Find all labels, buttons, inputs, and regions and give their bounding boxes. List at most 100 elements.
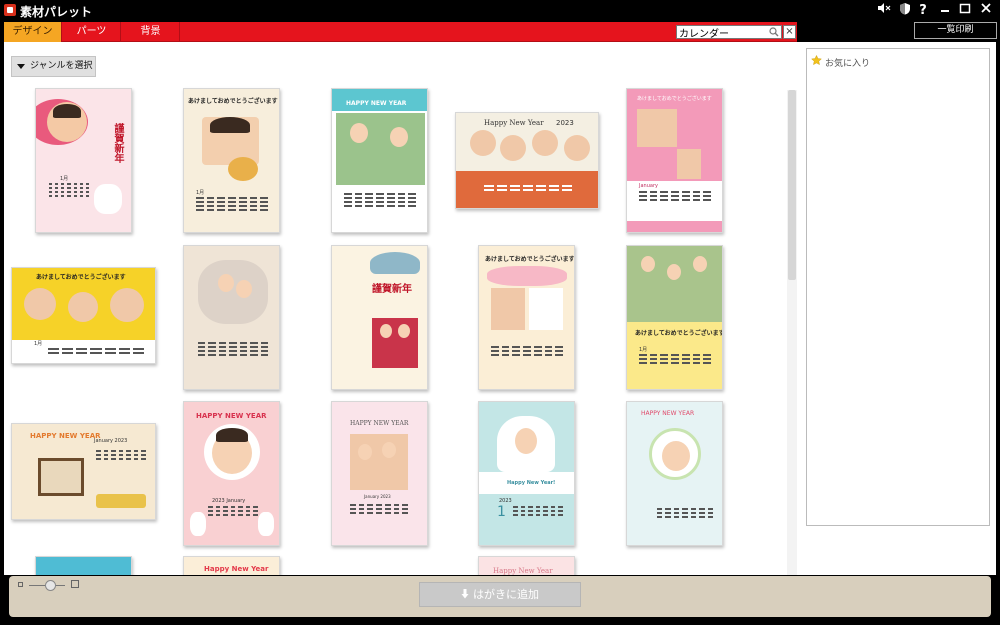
photo-frame xyxy=(204,424,260,480)
photo-frame xyxy=(198,260,268,324)
mute-icon[interactable] xyxy=(874,2,894,20)
rabbit-illustration xyxy=(258,512,274,536)
photo-frame xyxy=(470,130,496,156)
info-shield-icon[interactable] xyxy=(895,2,915,20)
design-card[interactable]: あけましておめでとうございます 1月 xyxy=(11,267,156,364)
minimize-icon[interactable] xyxy=(935,2,955,20)
add-to-postcard-button[interactable]: はがきに追加 xyxy=(419,582,581,607)
design-card[interactable]: Happy New Year xyxy=(183,556,280,575)
photo-frame xyxy=(110,288,144,322)
photo-frame xyxy=(350,434,408,490)
design-card[interactable]: 謹賀新年 xyxy=(331,245,428,390)
design-card[interactable] xyxy=(183,245,280,390)
photo-frame xyxy=(637,109,677,147)
photo-frame xyxy=(500,135,526,161)
calendar-grid xyxy=(513,506,563,516)
card-title: あけましておめでとうございます xyxy=(188,98,278,105)
card-month: 1月 xyxy=(34,341,43,347)
rabbit-illustration xyxy=(190,512,206,536)
photo-frame xyxy=(372,318,418,368)
card-title: あけましておめでとうございます xyxy=(36,274,126,281)
favorites-panel[interactable]: お気に入り xyxy=(806,48,990,526)
photo-frame xyxy=(68,292,98,322)
design-card[interactable]: HAPPY NEW YEAR xyxy=(331,88,428,233)
favorites-label: お気に入り xyxy=(825,59,871,69)
card-month: 1 xyxy=(497,504,506,520)
design-card[interactable]: Happy New Year 2023 xyxy=(455,112,599,209)
card-year: 2023 xyxy=(556,119,574,127)
rabbit-illustration xyxy=(94,184,122,214)
close-icon[interactable] xyxy=(976,2,996,20)
bottom-bar: はがきに追加 xyxy=(9,576,991,617)
card-subtitle: January 2023 xyxy=(94,438,128,444)
design-card[interactable] xyxy=(35,556,132,575)
calendar-grid xyxy=(491,346,563,356)
photo-frame xyxy=(627,246,722,322)
design-card[interactable]: あけましておめでとうございます xyxy=(478,245,575,390)
design-card[interactable]: Happy New Year xyxy=(478,556,575,575)
photo-frame xyxy=(491,288,525,330)
insert-arrow-icon xyxy=(461,589,469,599)
card-title: HAPPY NEW YEAR xyxy=(350,420,409,427)
design-card[interactable]: あけましておめでとうございます 1月 xyxy=(626,245,723,390)
calendar-grid xyxy=(96,450,146,460)
design-card[interactable]: 謹賀新年 1月 xyxy=(35,88,132,233)
card-title: Happy New Year xyxy=(204,565,269,573)
calendar-grid xyxy=(344,193,416,207)
search-icon[interactable] xyxy=(769,27,779,37)
design-card[interactable]: HAPPY NEW YEAR January 2023 xyxy=(331,401,428,546)
maximize-icon[interactable] xyxy=(955,2,975,20)
triangle-down-icon xyxy=(17,64,25,69)
clear-search-button[interactable]: × xyxy=(783,25,796,39)
design-card[interactable]: HAPPY NEW YEAR January 2023 xyxy=(11,423,156,520)
card-title: HAPPY NEW YEAR xyxy=(30,432,101,440)
calendar-grid xyxy=(49,183,89,197)
photo-frame xyxy=(529,288,563,330)
sofa-illustration xyxy=(96,494,146,508)
zoom-in-icon[interactable] xyxy=(71,580,79,588)
genre-select-button[interactable]: ジャンルを選択 xyxy=(11,56,96,77)
photo-frame xyxy=(24,288,56,320)
tab-background[interactable]: 背景 xyxy=(122,22,180,42)
tab-bar: デザイン パーツ 背景 × xyxy=(4,22,797,42)
design-gallery: ジャンルを選択 謹賀新年 1月 あけましておめでとうございます 1月 HAPPY… xyxy=(4,42,801,575)
card-month: 1月 xyxy=(196,190,205,196)
card-title: あけましておめでとうございます xyxy=(637,96,712,102)
add-to-postcard-label: はがきに追加 xyxy=(473,588,539,601)
design-card[interactable]: HAPPY NEW YEAR 2023 January xyxy=(183,401,280,546)
tab-design[interactable]: デザイン xyxy=(4,22,62,42)
card-title: 謹賀新年 xyxy=(112,123,123,163)
scrollbar-thumb[interactable] xyxy=(788,90,796,280)
vertical-scrollbar[interactable] xyxy=(787,90,797,575)
card-title: あけましておめでとうございます xyxy=(485,256,575,263)
calendar-grid xyxy=(48,348,144,354)
card-subtitle: January 2023 xyxy=(364,494,391,499)
photo-frame xyxy=(649,428,701,480)
calendar-grid xyxy=(196,197,268,211)
genre-select-label: ジャンルを選択 xyxy=(30,61,93,71)
photo-frame xyxy=(532,130,558,156)
card-title: HAPPY NEW YEAR xyxy=(346,100,407,107)
help-icon[interactable]: ? xyxy=(913,2,933,20)
print-list-button[interactable]: 一覧印刷 xyxy=(914,22,997,39)
design-card[interactable]: Happy New Year! 2023 1 xyxy=(478,401,575,546)
design-card[interactable]: あけましておめでとうございます January xyxy=(626,88,723,233)
calendar-grid xyxy=(639,191,711,201)
calendar-grid xyxy=(350,504,408,514)
card-month: 1月 xyxy=(639,347,648,353)
search-input[interactable] xyxy=(678,26,770,38)
card-title: Happy New Year xyxy=(493,567,553,575)
card-title: 謹賀新年 xyxy=(372,284,412,295)
zoom-slider-thumb[interactable] xyxy=(45,580,56,591)
photo-frame xyxy=(47,102,87,142)
card-title: HAPPY NEW YEAR xyxy=(196,412,267,420)
tab-parts[interactable]: パーツ xyxy=(63,22,121,42)
card-month: 1月 xyxy=(60,176,69,182)
card-title: Happy New Year xyxy=(484,119,544,127)
zoom-out-icon[interactable] xyxy=(18,582,23,587)
photo-frame xyxy=(336,113,425,185)
app-window: 素材パレット ? デザイン パーツ 背景 × 一覧印刷 ジャ xyxy=(0,0,1000,625)
photo-frame xyxy=(677,149,701,179)
design-card[interactable]: HAPPY NEW YEAR xyxy=(626,401,723,546)
design-card[interactable]: あけましておめでとうございます 1月 xyxy=(183,88,280,233)
